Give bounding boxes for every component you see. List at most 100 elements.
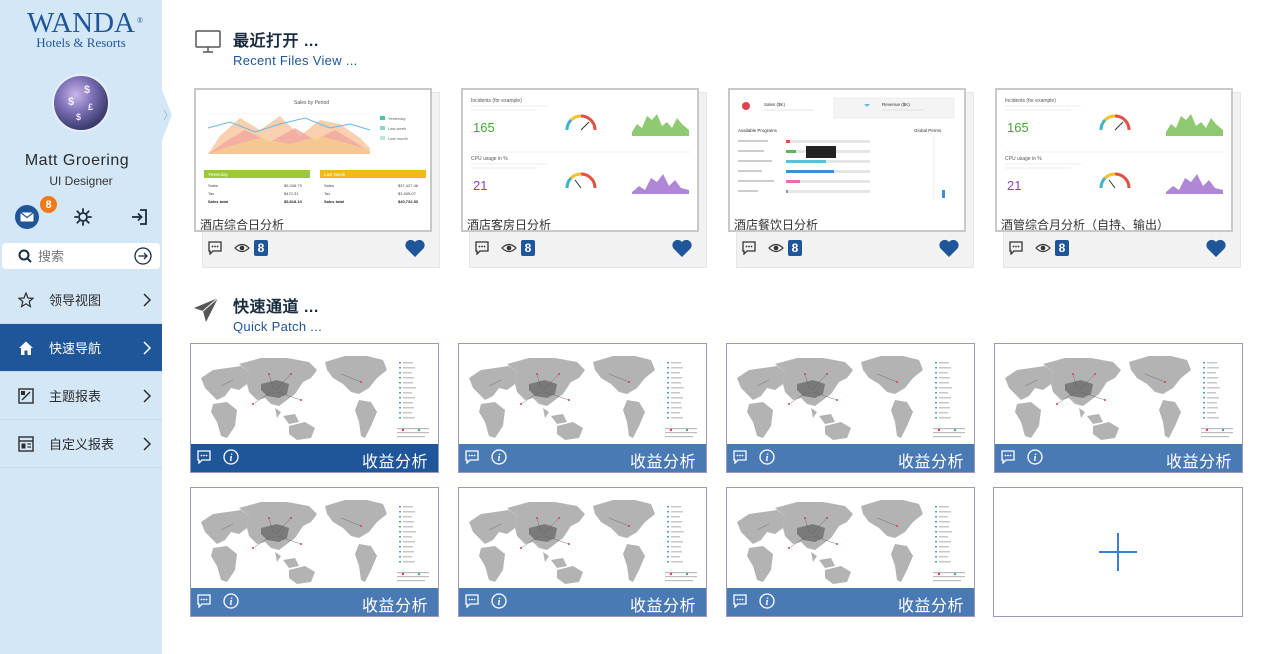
report-title: 酒店餐饮日分析	[734, 218, 819, 232]
world-map-thumbnail	[191, 344, 438, 444]
svg-text:Last month: Last month	[388, 136, 408, 141]
heart-icon[interactable]	[1205, 238, 1227, 258]
report-thumbnail-frame: Sales ($K) Revenue ($K) Available Progra…	[728, 88, 966, 232]
svg-text:CPU usage in %: CPU usage in %	[471, 156, 508, 162]
eye-icon	[501, 243, 517, 253]
quick-patch-bar: i 收益分析	[459, 444, 706, 472]
avatar[interactable]: $ $ £ $	[52, 74, 110, 132]
logout-button[interactable]	[126, 204, 152, 230]
svg-text:$40,732.53: $40,732.53	[398, 199, 419, 204]
comment-icon[interactable]	[465, 450, 479, 464]
messages-button[interactable]: 8	[14, 196, 57, 230]
quick-patch-card[interactable]: i 收益分析	[994, 343, 1243, 473]
search-icon	[18, 249, 32, 263]
dashboard-thumbnail: Incidents (for example) 165 CPU usage in…	[1005, 98, 1225, 194]
svg-text:Sales total: Sales total	[324, 199, 344, 204]
sidebar-item-quick-nav[interactable]: 快速导航	[0, 324, 162, 372]
user-quick-actions: 8	[0, 196, 162, 230]
recent-file-card[interactable]: Sales ($K) Revenue ($K) Available Progra…	[728, 88, 974, 268]
comment-icon[interactable]	[208, 241, 222, 255]
info-icon[interactable]: i	[491, 449, 507, 465]
comment-icon[interactable]	[197, 450, 211, 464]
quick-patch-card[interactable]: i 收益分析	[726, 343, 975, 473]
quick-patch-bar: i 收益分析	[191, 444, 438, 472]
comment-icon[interactable]	[197, 594, 211, 608]
heart-icon[interactable]	[938, 238, 960, 258]
eye-icon	[234, 243, 250, 253]
section-title: 快速通道 ...	[233, 299, 319, 316]
quick-patch-bar: i 收益分析	[995, 444, 1242, 472]
chevron-right-icon	[143, 341, 152, 355]
svg-text:Yesterday: Yesterday	[388, 116, 406, 121]
quick-patch-label: 收益分析	[629, 598, 696, 615]
quick-patch-card[interactable]: i 收益分析	[458, 343, 707, 473]
svg-text:21: 21	[1007, 178, 1021, 193]
heart-icon[interactable]	[671, 238, 693, 258]
custom-report-icon	[18, 436, 34, 452]
search-input[interactable]	[38, 246, 128, 266]
comment-icon[interactable]	[475, 241, 489, 255]
search-submit-icon[interactable]	[134, 247, 152, 265]
world-map-thumbnail	[727, 488, 974, 588]
world-map-thumbnail	[459, 488, 706, 588]
dashboard-thumbnail: Sales ($K) Revenue ($K) Available Progra…	[738, 97, 955, 200]
comment-icon[interactable]	[742, 241, 756, 255]
recent-file-card[interactable]: Sales by Period Yesterday Last week Last…	[194, 88, 440, 268]
heart-icon[interactable]	[404, 238, 426, 258]
gear-icon	[74, 208, 92, 226]
info-icon[interactable]: i	[759, 449, 775, 465]
add-quick-patch-button[interactable]	[993, 487, 1243, 617]
report-card-footer: 8	[469, 238, 705, 262]
report-title: 酒管综合月分析（自持、输出）	[1001, 218, 1170, 232]
quick-patch-label: 收益分析	[897, 454, 964, 471]
svg-text:Sales: Sales	[208, 183, 218, 188]
quick-patch-card[interactable]: i 收益分析	[190, 343, 439, 473]
sidebar-item-label: 领导视图	[49, 293, 102, 308]
comment-icon[interactable]	[465, 594, 479, 608]
comment-icon[interactable]	[1009, 241, 1023, 255]
sidebar-item-leader-view[interactable]: 领导视图	[0, 276, 162, 324]
info-icon[interactable]: i	[491, 593, 507, 609]
sidebar-item-topic-reports[interactable]: 主题报表	[0, 372, 162, 420]
settings-button[interactable]	[70, 204, 96, 230]
quick-patch-card[interactable]: i 收益分析	[726, 487, 975, 617]
quick-patch-label: 收益分析	[361, 598, 428, 615]
svg-text:i: i	[766, 597, 769, 608]
sidebar: WANDA ® Hotels & Resorts $ $ £ $ Matt Gro…	[0, 0, 172, 654]
info-icon[interactable]: i	[223, 593, 239, 609]
area-chart-thumbnail: Sales by Period Yesterday Last week Last…	[204, 100, 426, 204]
comment-icon[interactable]	[733, 594, 747, 608]
world-map-thumbnail	[727, 344, 974, 444]
svg-text:i: i	[498, 453, 501, 464]
view-count-badge: 8	[788, 240, 802, 256]
quick-patch-bar: i 收益分析	[191, 588, 438, 616]
svg-text:$3,305.07: $3,305.07	[398, 191, 417, 196]
collapse-arrow-icon[interactable]	[162, 90, 172, 140]
info-icon[interactable]: i	[223, 449, 239, 465]
star-icon	[18, 292, 34, 308]
brand-name: WANDA	[27, 7, 135, 39]
svg-text:i: i	[230, 453, 233, 464]
quick-patch-header: 快速通道 ... Quick Patch ...	[233, 293, 322, 334]
sidebar-item-label: 快速导航	[49, 341, 102, 356]
quick-patch-card[interactable]: i 收益分析	[190, 487, 439, 617]
quick-patch-label: 收益分析	[361, 454, 428, 471]
info-icon[interactable]: i	[1027, 449, 1043, 465]
sidebar-item-custom-reports[interactable]: 自定义报表	[0, 420, 162, 468]
svg-text:Last Week: Last Week	[324, 172, 346, 177]
brand-logo[interactable]: WANDA ® Hotels & Resorts	[0, 8, 162, 50]
report-thumbnail-frame: Incidents (for example) 165 CPU usage in…	[995, 88, 1233, 232]
quick-patch-label: 收益分析	[629, 454, 696, 471]
info-icon[interactable]: i	[759, 593, 775, 609]
comment-icon[interactable]	[1001, 450, 1015, 464]
recent-file-card[interactable]: Incidents (for example) 165 CPU usage in…	[461, 88, 707, 268]
report-title: 酒店综合日分析	[200, 218, 285, 232]
comment-icon[interactable]	[733, 450, 747, 464]
recent-file-card[interactable]: Incidents (for example) 165 CPU usage in…	[995, 88, 1241, 268]
svg-text:165: 165	[473, 120, 495, 135]
report-card-footer: 8	[1003, 238, 1239, 262]
report-thumbnail-frame: Incidents (for example) 165 CPU usage in…	[461, 88, 699, 232]
quick-patch-card[interactable]: i 收益分析	[458, 487, 707, 617]
search-box	[2, 243, 160, 269]
quick-patch-label: 收益分析	[1165, 454, 1232, 471]
